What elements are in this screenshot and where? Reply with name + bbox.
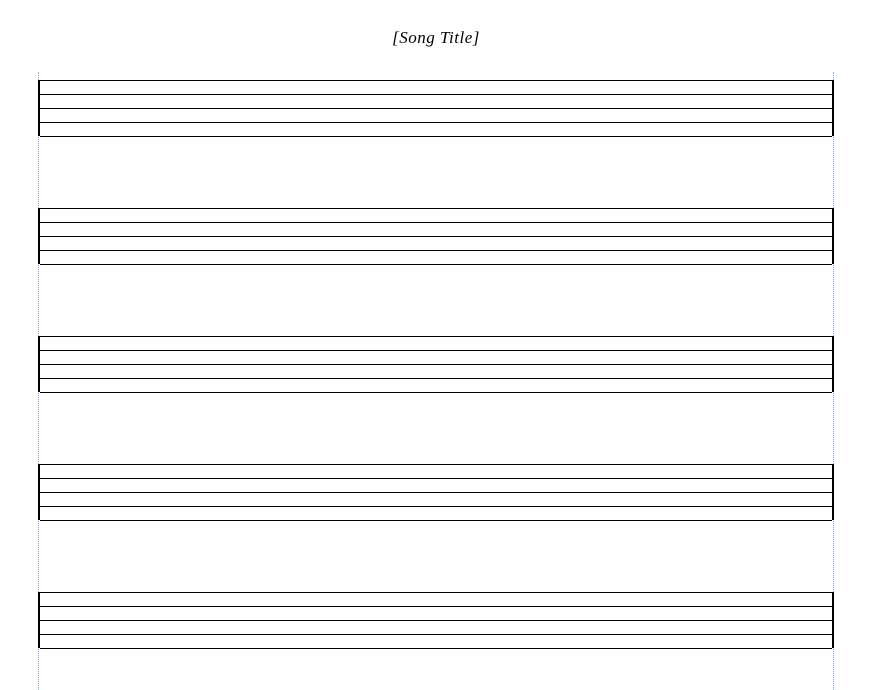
music-staff (38, 592, 834, 648)
staff-line (40, 648, 832, 649)
staff-line (40, 222, 832, 223)
staff-line (40, 264, 832, 265)
music-staff (38, 464, 834, 520)
staves-container (0, 80, 872, 648)
staff-line (40, 350, 832, 351)
staff-line (40, 136, 832, 137)
staff-line (40, 236, 832, 237)
staff-line (40, 122, 832, 123)
staff-line (40, 592, 832, 593)
staff-line (40, 634, 832, 635)
staff-line (40, 378, 832, 379)
staff-line (40, 620, 832, 621)
staff-line (40, 506, 832, 507)
staff-line (40, 492, 832, 493)
staff-line (40, 606, 832, 607)
staff-line (40, 208, 832, 209)
staff-line (40, 336, 832, 337)
music-staff (38, 336, 834, 392)
staff-line (40, 364, 832, 365)
staff-line (40, 520, 832, 521)
staff-line (40, 250, 832, 251)
staff-line (40, 464, 832, 465)
staff-line (40, 478, 832, 479)
song-title[interactable]: [Song Title] (0, 28, 872, 48)
music-staff (38, 208, 834, 264)
music-staff (38, 80, 834, 136)
sheet-music-page: [Song Title] (0, 0, 872, 690)
staff-line (40, 392, 832, 393)
staff-line (40, 80, 832, 81)
staff-line (40, 108, 832, 109)
staff-line (40, 94, 832, 95)
